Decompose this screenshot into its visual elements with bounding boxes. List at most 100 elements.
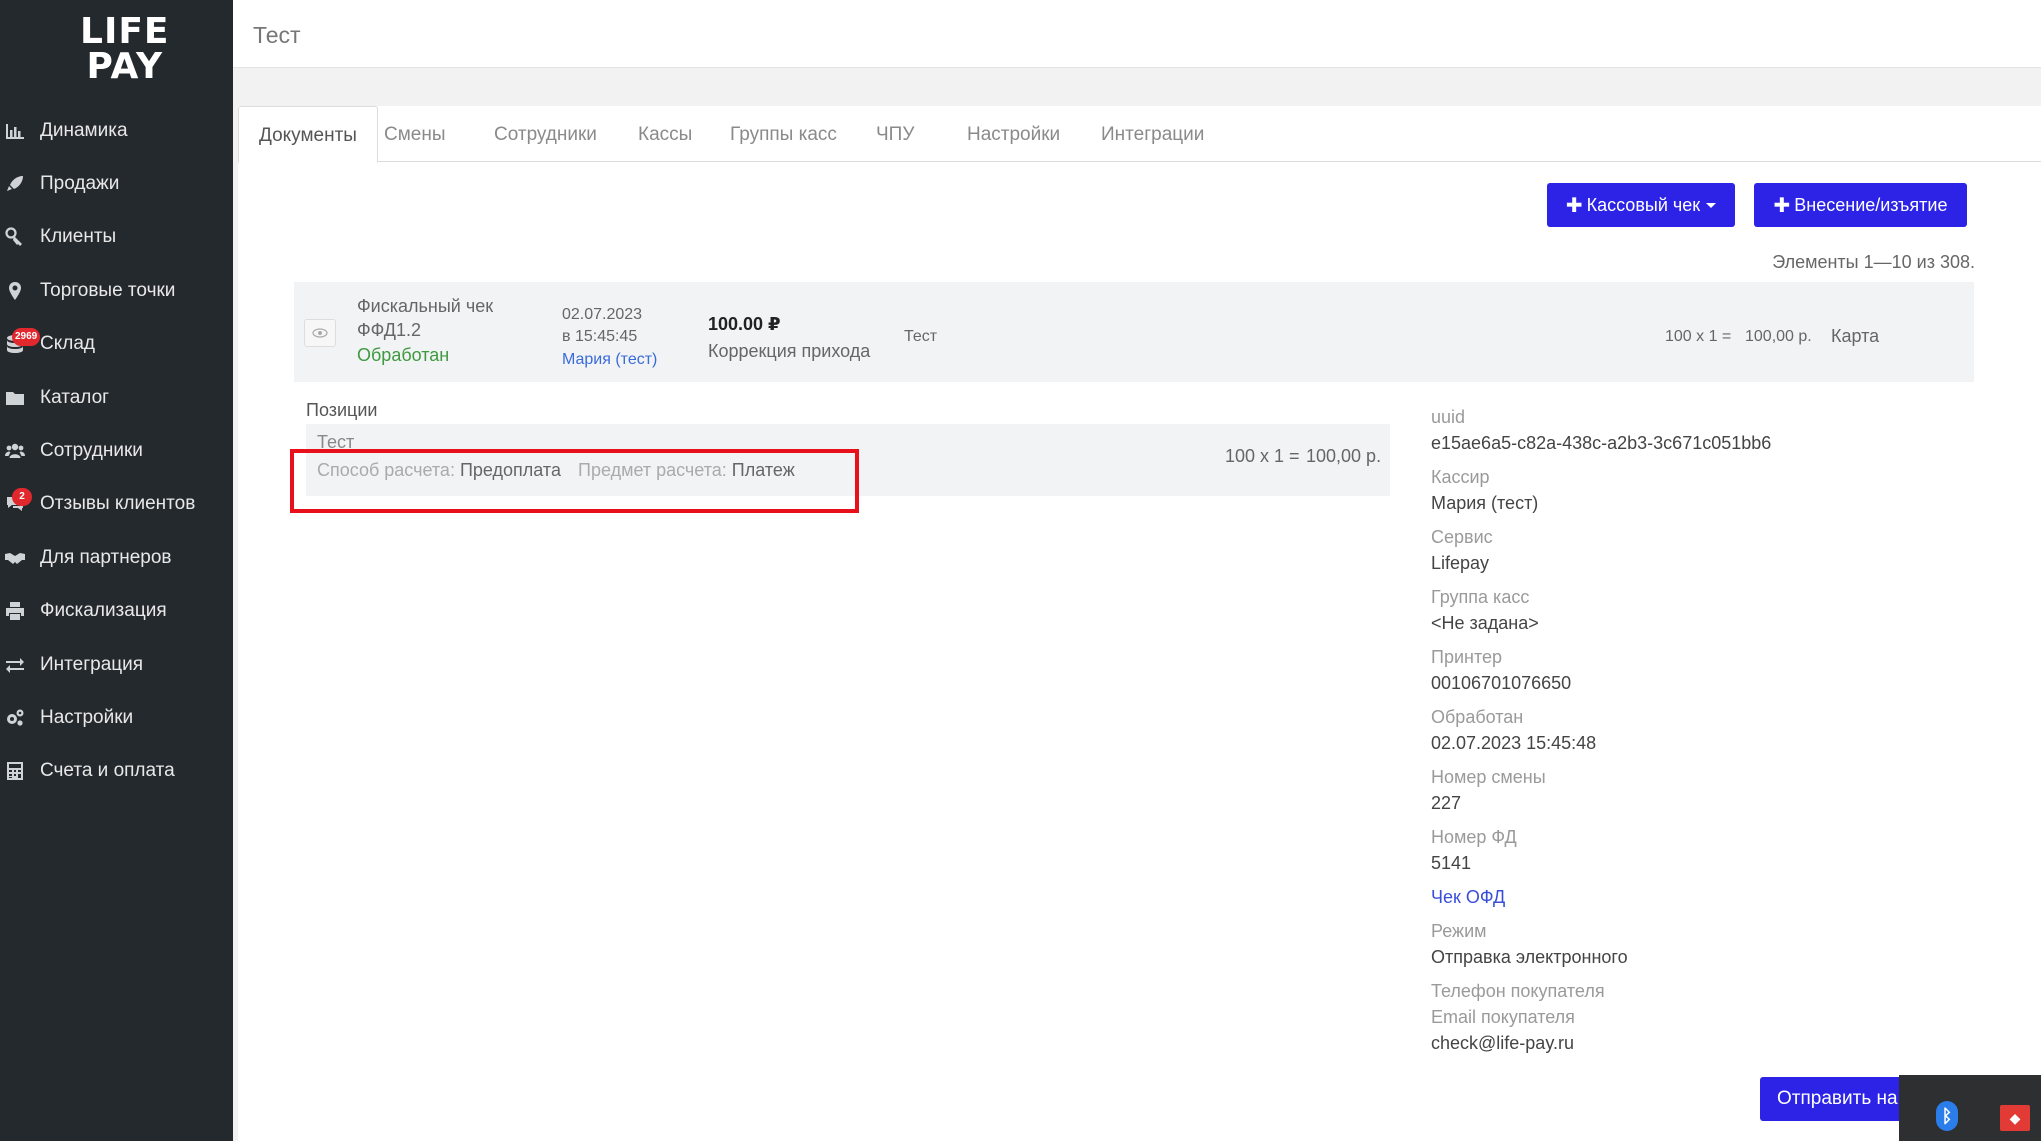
- status-badge: Обработан: [357, 345, 450, 365]
- doc-type: Фискальный чек: [357, 296, 494, 316]
- sidebar-item-stores[interactable]: Торговые точки: [0, 264, 233, 317]
- users-icon: [4, 440, 26, 462]
- sidebar: LIFE PAY Динамика Продажи Клиенты Торгов…: [0, 0, 233, 1141]
- items-count: Элементы 1—10 из 308.: [1772, 252, 1975, 272]
- processed-label: Обработан: [1431, 707, 1524, 727]
- main-area: Тест Документы Смены Сотрудники Кассы Гр…: [233, 0, 2041, 1141]
- service-value: Lifepay: [1431, 553, 1490, 573]
- doc-date: 02.07.2023: [562, 306, 643, 323]
- anydesk-icon[interactable]: ◆: [2000, 1105, 2030, 1131]
- tab-settings[interactable]: Настройки: [947, 106, 1080, 162]
- cash-in-out-label: Внесение/изъятие: [1794, 194, 1948, 215]
- tab-employees[interactable]: Сотрудники: [474, 106, 617, 162]
- document-row[interactable]: Фискальный чек ФФД1.2 Обработан 02.07.20…: [294, 282, 1974, 382]
- system-tray: ᛒ ◆: [1899, 1075, 2041, 1141]
- fd-label: Номер ФД: [1431, 827, 1517, 847]
- fd-value: 5141: [1431, 853, 1472, 873]
- mode-value: Отправка электронного: [1431, 947, 1628, 967]
- cashier-label: Кассир: [1431, 467, 1490, 487]
- sidebar-item-dynamics[interactable]: Динамика: [0, 104, 233, 157]
- tabs: Документы Смены Сотрудники Кассы Группы …: [238, 106, 2041, 163]
- plus-icon: ✚: [1565, 194, 1583, 217]
- sidebar-item-label: Склад: [40, 333, 95, 355]
- doc-cashier-link[interactable]: Мария (тест): [562, 351, 657, 369]
- sidebar-item-label: Настройки: [40, 706, 134, 728]
- sidebar-item-warehouse[interactable]: Склад 2969: [0, 318, 233, 371]
- reviews-badge: 2: [12, 487, 32, 506]
- top-bar: Тест: [233, 0, 2041, 68]
- gears-icon: [4, 707, 26, 729]
- tab-cashbox-groups[interactable]: Группы касс: [710, 106, 857, 162]
- group-label: Группа касс: [1431, 587, 1530, 607]
- sidebar-item-label: Каталог: [40, 386, 110, 408]
- service-label: Сервис: [1431, 527, 1493, 547]
- cashier-value: Мария (тест): [1431, 493, 1539, 513]
- sidebar-item-label: Для партнеров: [40, 546, 172, 568]
- folder-icon: [4, 387, 26, 409]
- sidebar-item-employees[interactable]: Сотрудники: [0, 424, 233, 477]
- phone-label: Телефон покупателя: [1431, 981, 1605, 1001]
- shift-value: 227: [1431, 793, 1462, 813]
- map-marker-icon: [4, 280, 26, 302]
- ofd-receipt-link[interactable]: Чек ОФД: [1431, 884, 1951, 918]
- doc-formula: 100 x 1 =: [1665, 328, 1732, 345]
- sidebar-item-sales[interactable]: Продажи: [0, 157, 233, 210]
- logo[interactable]: LIFE PAY: [80, 11, 170, 87]
- exchange-icon: [4, 654, 26, 676]
- doc-format: ФФД1.2: [357, 320, 421, 340]
- key-icon: [4, 226, 26, 248]
- position-formula: 100 x 1 =: [1225, 446, 1300, 466]
- sidebar-item-integration[interactable]: Интеграция: [0, 638, 233, 691]
- tab-documents[interactable]: Документы: [238, 106, 378, 163]
- group-value: <Не задана>: [1431, 613, 1539, 633]
- sidebar-item-fiscalization[interactable]: Фискализация: [0, 585, 233, 638]
- add-receipt-button[interactable]: ✚ Кассовый чек: [1547, 183, 1735, 227]
- sidebar-item-label: Продажи: [40, 173, 120, 195]
- eye-icon: [312, 328, 328, 338]
- sidebar-item-label: Интеграция: [40, 653, 144, 675]
- sidebar-item-label: Фискализация: [40, 600, 167, 622]
- sidebar-item-settings[interactable]: Настройки: [0, 691, 233, 744]
- tab-shifts[interactable]: Смены: [364, 106, 466, 162]
- sidebar-item-label: Динамика: [40, 119, 128, 141]
- doc-time: в 15:45:45: [562, 328, 638, 345]
- caret-down-icon: [1706, 202, 1717, 208]
- doc-sum: 100,00 р.: [1745, 328, 1812, 345]
- sidebar-item-label: Торговые точки: [40, 279, 176, 301]
- tab-cashboxes[interactable]: Кассы: [618, 106, 712, 162]
- doc-operation: Коррекция прихода: [708, 341, 871, 361]
- logo-line2: PAY: [86, 46, 164, 87]
- email-value: check@life-pay.ru: [1431, 1033, 1574, 1053]
- warehouse-badge: 2969: [12, 327, 41, 346]
- page-title: Тест: [253, 22, 301, 48]
- logo-line1: LIFE: [80, 11, 170, 52]
- email-label: Email покупателя: [1431, 1007, 1575, 1027]
- tab-chpu[interactable]: ЧПУ: [856, 106, 934, 162]
- sidebar-item-catalog[interactable]: Каталог: [0, 371, 233, 424]
- add-receipt-label: Кассовый чек: [1586, 194, 1701, 215]
- doc-name: Тест: [904, 328, 938, 345]
- cash-in-out-button[interactable]: ✚ Внесение/изъятие: [1754, 183, 1967, 227]
- sidebar-item-partners[interactable]: Для партнеров: [0, 531, 233, 584]
- processed-value: 02.07.2023 15:45:48: [1431, 733, 1597, 753]
- bluetooth-icon[interactable]: ᛒ: [1936, 1101, 1958, 1131]
- print-icon: [4, 600, 26, 622]
- sidebar-item-label: Сотрудники: [40, 440, 143, 462]
- mode-label: Режим: [1431, 921, 1487, 941]
- uuid-value: e15ae6a5-c82a-438c-a2b3-3c671c051bb6: [1431, 433, 1772, 453]
- sidebar-item-clients[interactable]: Клиенты: [0, 211, 233, 264]
- content-card: Документы Смены Сотрудники Кассы Группы …: [238, 106, 2041, 1141]
- sidebar-item-reviews[interactable]: Отзывы клиентов 2: [0, 478, 233, 531]
- sidebar-item-label: Клиенты: [40, 226, 117, 248]
- tab-integrations[interactable]: Интеграции: [1081, 106, 1224, 162]
- highlight-box: [290, 449, 859, 513]
- sidebar-nav: Динамика Продажи Клиенты Торговые точки …: [0, 104, 233, 798]
- rocket-icon: [4, 173, 26, 195]
- printer-label: Принтер: [1431, 647, 1503, 667]
- doc-amount: 100.00 ₽: [708, 314, 781, 334]
- view-button[interactable]: [304, 319, 336, 347]
- doc-payment-type: Карта: [1831, 326, 1880, 346]
- handshake-icon: [4, 547, 26, 569]
- sidebar-item-billing[interactable]: Счета и оплата: [0, 745, 233, 798]
- position-sum: 100,00 р.: [1306, 446, 1382, 466]
